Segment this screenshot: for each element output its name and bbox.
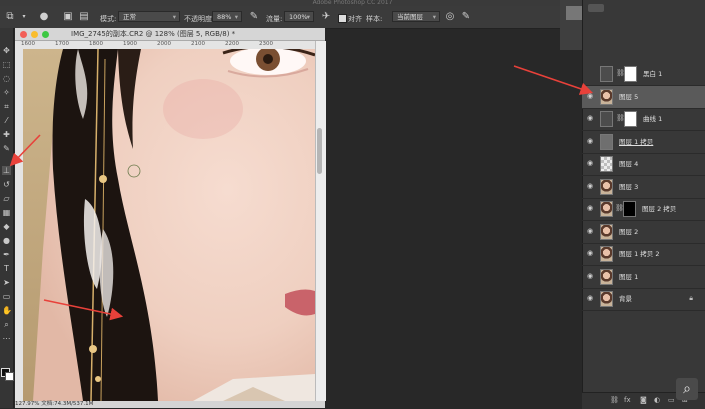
annotation-arrows bbox=[9, 65, 594, 321]
brush-cursor bbox=[127, 164, 141, 178]
annotation-arrow-canvas bbox=[43, 299, 124, 321]
annotation-arrow-layer bbox=[513, 65, 594, 95]
annotation-arrow-tool bbox=[9, 134, 41, 167]
